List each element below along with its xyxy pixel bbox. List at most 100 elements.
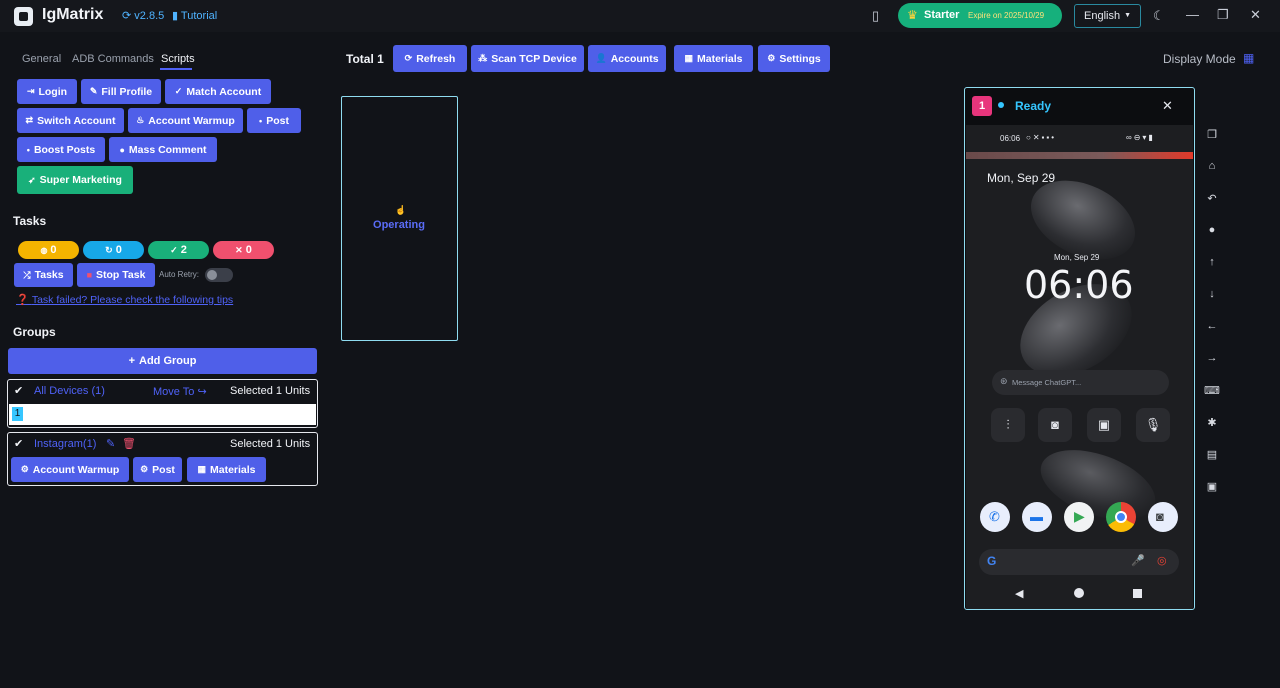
materials-button[interactable]: ▦ Materials	[674, 45, 753, 72]
google-search-bar[interactable]: G 🎤 ◎	[979, 549, 1179, 575]
maximize-icon[interactable]: ❐	[1217, 7, 1229, 23]
group-post-button[interactable]: ⚙ Post	[133, 457, 182, 482]
phone-screen[interactable]: 06:06 ○✕▪▪• ∞⊖▾▮ Mon, Sep 29 Mon, Sep 29…	[966, 125, 1193, 609]
voice-icon[interactable]: ⫶	[991, 408, 1025, 442]
accounts-button[interactable]: 👤 Accounts	[588, 45, 666, 72]
group-materials-button[interactable]: ▦ Materials	[187, 457, 266, 482]
add-group-button[interactable]: + Add Group	[8, 348, 317, 374]
edit-icon[interactable]: ✎	[106, 437, 115, 450]
back-nav-icon[interactable]: ◀	[1015, 587, 1023, 600]
mic-icon[interactable]: 🎙	[1136, 408, 1170, 442]
title-bar: IgMatrix ⟳ v2.8.5 ▮ Tutorial ▯ ♛ Starter…	[0, 0, 1280, 32]
failed-count-badge[interactable]: ✕ 0	[213, 241, 274, 259]
grid-icon: ▦	[197, 464, 206, 474]
login-button[interactable]: ⇥ Login	[17, 79, 77, 104]
arrow-left-icon[interactable]: ←	[1202, 320, 1222, 352]
tab-scripts[interactable]: Scripts	[161, 53, 195, 65]
grid-view-icon[interactable]: ▦	[1243, 51, 1254, 65]
dark-mode-icon[interactable]: ☾	[1153, 8, 1165, 24]
group-all-devices-label[interactable]: All Devices (1)	[34, 385, 105, 397]
plan-badge[interactable]: ♛ Starter Expire on 2025/10/29	[898, 3, 1062, 28]
tutorial-link[interactable]: ▮ Tutorial	[172, 9, 217, 22]
screenshot-icon[interactable]: ❐	[1202, 128, 1222, 160]
tab-adb-commands[interactable]: ADB Commands	[72, 53, 154, 65]
group-instagram-label[interactable]: Instagram(1)	[34, 438, 96, 450]
tab-general[interactable]: General	[22, 53, 61, 65]
arrow-down-icon[interactable]: ↓	[1202, 288, 1222, 320]
mic-icon: 🎤	[1131, 555, 1145, 567]
account-warmup-button[interactable]: ♨ Account Warmup	[128, 108, 243, 133]
rocket-icon: ➶	[28, 174, 36, 185]
messages-app-icon[interactable]: ▬	[1022, 502, 1052, 532]
group-all-devices: ✔ All Devices (1) Move To ↪ Selected 1 U…	[7, 379, 318, 428]
chrome-icon[interactable]	[1106, 502, 1136, 532]
home-nav-icon[interactable]	[1074, 588, 1084, 598]
total-count: Total 1	[346, 52, 384, 66]
bulb-icon[interactable]: ●	[1202, 224, 1222, 256]
running-count-badge[interactable]: ◍ 0	[18, 241, 79, 259]
book-icon: ▮	[172, 10, 181, 22]
camera-icon[interactable]: ◙	[1038, 408, 1072, 442]
mass-comment-button[interactable]: ● Mass Comment	[109, 137, 217, 162]
instagram-selected-count: Selected 1 Units	[230, 438, 311, 450]
keyboard-icon[interactable]: ⌨	[1202, 384, 1222, 416]
chatgpt-widget[interactable]: ⊛ Message ChatGPT...	[992, 370, 1169, 395]
home-icon[interactable]: ⌂	[1202, 160, 1222, 192]
image-icon[interactable]: ▣	[1087, 408, 1121, 442]
fill-profile-button[interactable]: ✎ Fill Profile	[81, 79, 161, 104]
auto-retry-toggle[interactable]	[205, 268, 233, 282]
close-window-icon[interactable]: ✕	[1250, 7, 1261, 23]
system-status-icons: ∞⊖▾▮	[1126, 133, 1155, 142]
gear-icon: ⚙	[767, 53, 776, 63]
stop-task-button[interactable]: ■ Stop Task	[77, 263, 155, 287]
back-icon[interactable]: ↶	[1202, 192, 1222, 224]
tasks-button[interactable]: ⤮ Tasks	[14, 263, 73, 287]
play-store-icon[interactable]: ▶	[1064, 502, 1094, 532]
lockscreen-clock: 06:06	[1024, 263, 1134, 307]
camera-app-icon[interactable]: ◙	[1148, 502, 1178, 532]
device-list: 1	[9, 404, 316, 425]
minimize-icon[interactable]: —	[1186, 7, 1199, 22]
post-button[interactable]: • Post	[247, 108, 301, 133]
close-icon[interactable]: ✕	[1162, 98, 1173, 114]
trash-icon[interactable]: 🗑	[122, 437, 136, 450]
sidebar-toggle-icon[interactable]: ▯	[872, 8, 879, 24]
device-index-badge: 1	[972, 96, 992, 116]
phone-app-icon[interactable]: ✆	[980, 502, 1010, 532]
refresh-button[interactable]: ⟳ Refresh	[393, 45, 467, 72]
pointer-icon: ☝	[395, 205, 407, 215]
settings-icon[interactable]: ✱	[1202, 416, 1222, 448]
move-to-link[interactable]: Move To ↪	[153, 385, 207, 398]
clock-date: Mon, Sep 29	[1054, 253, 1100, 262]
file-icon[interactable]: ▤	[1202, 448, 1222, 480]
pending-count-badge[interactable]: ↻ 0	[83, 241, 144, 259]
lens-icon: ◎	[1157, 555, 1167, 567]
refresh-icon: ⟳	[404, 53, 413, 63]
checkbox-instagram[interactable]: ✔	[14, 437, 23, 450]
version-label[interactable]: ⟳ v2.8.5	[122, 9, 164, 22]
ruler-strip	[966, 152, 1193, 159]
groups-title: Groups	[13, 325, 56, 339]
success-count-badge[interactable]: ✓ 2	[148, 241, 209, 259]
app-logo-icon	[14, 7, 33, 26]
boost-posts-button[interactable]: • Boost Posts	[17, 137, 105, 162]
lock-icon[interactable]: ▣	[1202, 480, 1222, 512]
match-account-button[interactable]: ✓ Match Account	[165, 79, 271, 104]
arrow-up-icon[interactable]: ↑	[1202, 256, 1222, 288]
chatgpt-icon: ⊛	[1000, 376, 1008, 386]
tasks-title: Tasks	[13, 214, 47, 228]
chatgpt-input: Message ChatGPT...	[1012, 378, 1082, 387]
language-select[interactable]: English ▼	[1074, 4, 1141, 28]
device-card[interactable]: ☝ Operating	[341, 96, 458, 341]
arrow-right-icon[interactable]: →	[1202, 352, 1222, 384]
scan-tcp-button[interactable]: ⁂ Scan TCP Device	[471, 45, 584, 72]
group-account-warmup-button[interactable]: ⚙ Account Warmup	[11, 457, 129, 482]
recents-nav-icon[interactable]	[1133, 589, 1142, 598]
settings-button[interactable]: ⚙ Settings	[758, 45, 830, 72]
loading-icon: ↻	[105, 244, 113, 255]
switch-account-button[interactable]: ⇄ Switch Account	[17, 108, 124, 133]
super-marketing-button[interactable]: ➶ Super Marketing	[17, 166, 133, 194]
device-tag[interactable]: 1	[12, 407, 23, 421]
help-link[interactable]: ❓ Task failed? Please check the followin…	[16, 293, 233, 306]
checkbox-all-devices[interactable]: ✔	[14, 384, 23, 397]
